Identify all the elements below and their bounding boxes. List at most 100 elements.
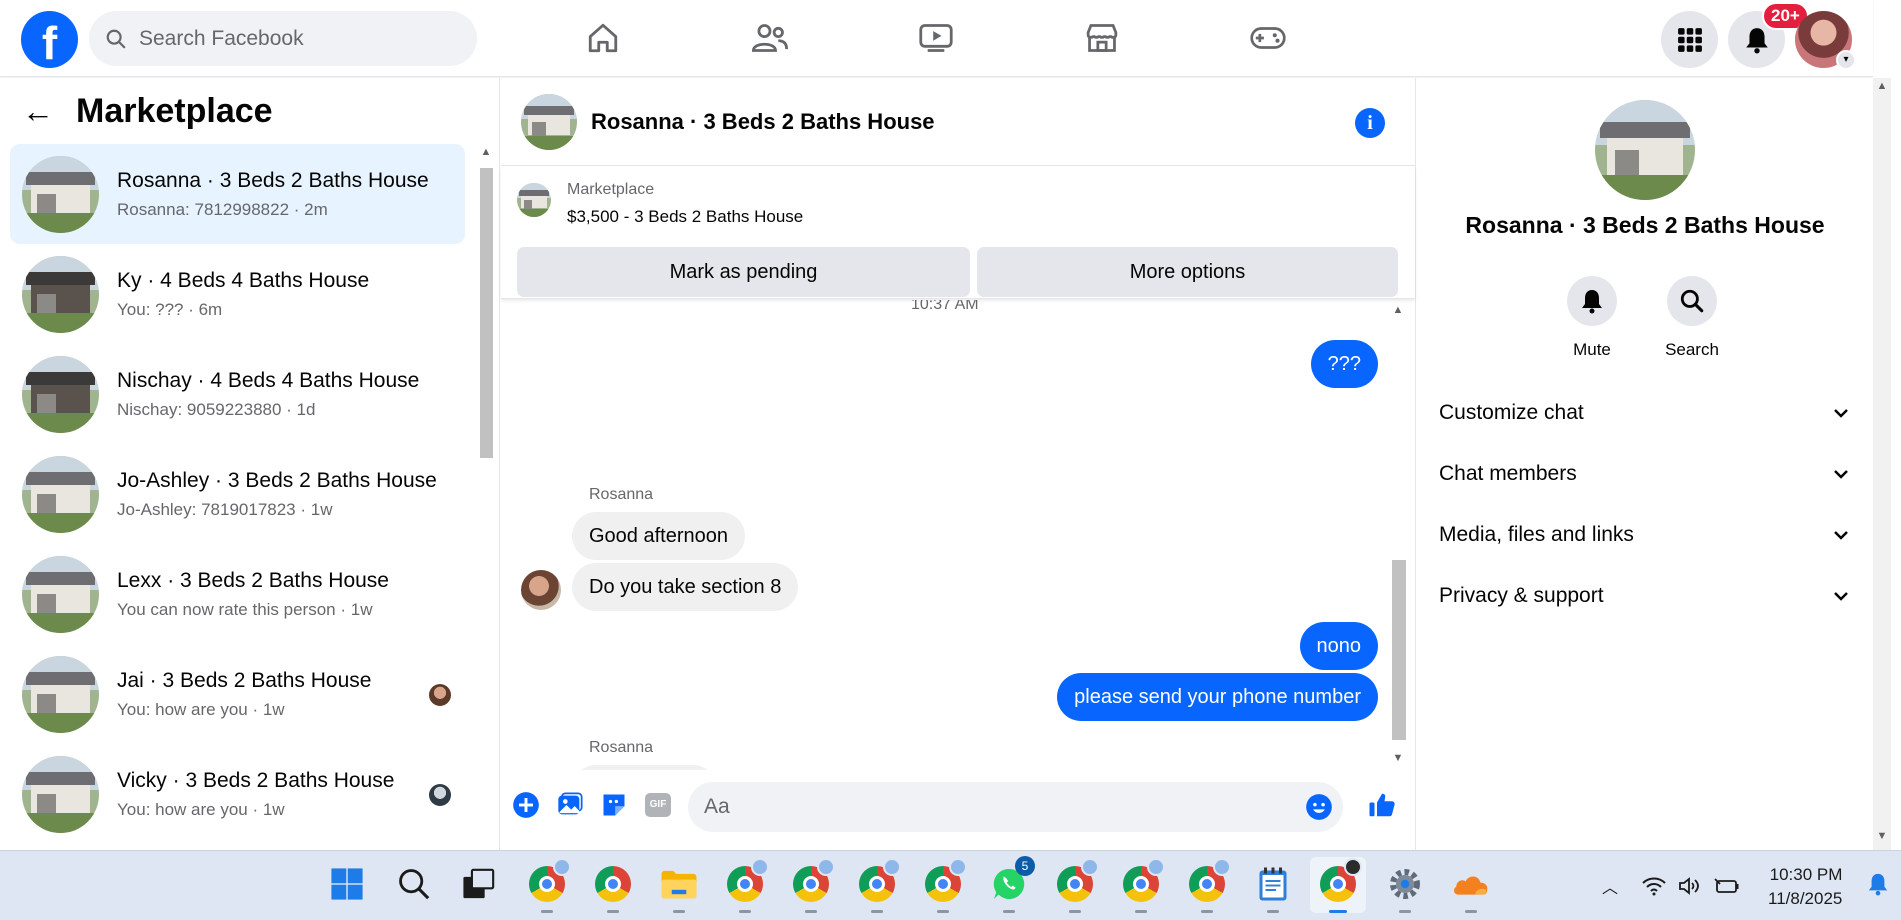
whatsapp-button[interactable]: 5 [989,856,1035,913]
conversation-item[interactable]: Lexx · 3 Beds 2 Baths House You can now r… [10,544,465,644]
sender-avatar[interactable] [521,570,561,610]
conversation-item[interactable]: Rosanna · 3 Beds 2 Baths House Rosanna: 7… [10,144,465,244]
conversation-preview: Jo-Ashley: 7819017823 · 1w [117,499,333,519]
listing-thumbnail [22,255,99,333]
gear-icon [1390,869,1420,899]
taskbar-chrome-profile[interactable] [1055,858,1099,913]
account-avatar[interactable]: ▾ [1795,11,1856,70]
customize-chat-section[interactable]: Customize chat [1439,393,1849,433]
chat-scrollbar[interactable]: ▲ ▼ [1390,300,1406,770]
info-icon[interactable]: i [1355,108,1385,138]
listing-photo[interactable] [1595,100,1695,200]
task-view-button[interactable] [459,864,499,904]
conversation-title: Ky · 4 Beds 4 Baths House [117,268,370,292]
attach-photo-button[interactable] [555,790,585,820]
notepad-button[interactable] [1253,864,1293,913]
search-icon [1680,289,1704,313]
volume-icon[interactable] [1678,876,1702,896]
scrollbar-thumb[interactable] [480,168,493,458]
clock-date: 11/8/2025 [1768,889,1843,908]
video-nav-button[interactable] [906,14,966,62]
conversation-item[interactable]: Jai · 3 Beds 2 Baths House You: how are y… [10,644,465,744]
scroll-up-icon[interactable]: ▲ [1390,304,1406,316]
conversation-item[interactable]: Vicky · 3 Beds 2 Baths House You: how are… [10,744,465,844]
taskbar-chrome[interactable] [593,864,633,913]
emoji-icon[interactable] [1305,793,1333,821]
profile-icon [1344,858,1362,876]
friends-nav-button[interactable] [740,14,800,62]
start-button[interactable] [327,864,367,904]
settings-button[interactable] [1385,864,1425,913]
taskbar-chrome-profile[interactable] [527,858,571,913]
conversation-item[interactable]: Nischay · 4 Beds 4 Baths House Nischay: 9… [10,344,465,444]
chat-title[interactable]: Rosanna · 3 Beds 2 Baths House [591,109,935,135]
cloudflare-warp-button[interactable] [1451,864,1491,913]
search-in-conversation-action[interactable]: Search [1652,276,1732,360]
mark-as-pending-button[interactable]: Mark as pending [517,247,970,297]
chat-listing-thumbnail[interactable] [521,93,577,150]
clock-time: 10:30 PM [1769,865,1843,884]
conversation-title: Jai · 3 Beds 2 Baths House [117,668,372,692]
gif-button[interactable]: GIF [643,790,673,820]
add-attachment-button[interactable] [511,790,541,820]
scroll-up-icon[interactable]: ▲ [478,146,494,158]
taskbar-chrome-profile[interactable] [1187,858,1231,913]
outgoing-message[interactable]: nono [1299,622,1378,670]
scroll-down-icon[interactable]: ▼ [1874,830,1890,842]
outgoing-message[interactable]: ??? [1310,340,1378,388]
chevron-up-icon[interactable]: ︿ [1602,874,1618,898]
taskbar-chrome-profile[interactable] [857,858,901,913]
conversation-title: Rosanna · 3 Beds 2 Baths House [117,168,429,192]
taskbar-chrome-profile[interactable] [791,858,835,913]
taskbar-chrome-profile[interactable] [725,858,769,913]
scroll-up-icon[interactable]: ▲ [1874,80,1890,92]
battery-icon[interactable] [1714,876,1740,896]
scroll-down-icon[interactable]: ▼ [1390,752,1406,764]
chat-members-section[interactable]: Chat members [1439,454,1849,494]
scrollbar-thumb[interactable] [1392,560,1406,740]
conversation-item[interactable]: Ky · 4 Beds 4 Baths House You: ??? · 6m [10,244,465,344]
search-input[interactable] [139,26,439,51]
message-input[interactable] [704,795,1264,819]
taskbar-chrome-profile[interactable] [923,858,967,913]
sidebar-scrollbar[interactable]: ▲ ▼ [478,146,494,916]
taskbar-clock[interactable]: 10:30 PM 11/8/2025 [1768,863,1842,911]
message-input-box[interactable] [688,782,1343,832]
cloud-icon [1454,876,1488,895]
incoming-message[interactable]: Do you take section 8 [572,563,799,611]
taskbar-chrome-profile[interactable] [1121,858,1165,913]
taskbar-chrome-active[interactable] [1318,858,1362,913]
listing-price-title[interactable]: $3,500 - 3 Beds 2 Baths House [567,207,803,227]
sidebar-header: ← Marketplace [22,92,273,131]
outgoing-message[interactable]: please send your phone number [1057,673,1378,721]
incoming-message[interactable]: Good afternoon [572,512,745,560]
listing-thumbnail[interactable] [517,183,551,217]
gaming-nav-button[interactable] [1238,14,1298,62]
section-label: Chat members [1439,462,1577,485]
marketplace-nav-button[interactable] [1072,14,1132,62]
listing-thumbnail [22,655,99,733]
page-scrollbar[interactable]: ▲ ▼ [1873,78,1891,850]
chevron-down-icon [1834,531,1848,540]
search-facebook-box[interactable] [89,11,477,66]
conversation-item[interactable]: Jo-Ashley · 3 Beds 2 Baths House Jo-Ashle… [10,444,465,544]
home-nav-button[interactable] [573,14,633,62]
privacy-support-section[interactable]: Privacy & support [1439,576,1849,616]
facebook-logo[interactable]: f [21,11,78,68]
mute-action[interactable]: Mute [1552,276,1632,360]
wifi-icon[interactable] [1642,876,1666,896]
sidebar-title: Marketplace [76,92,273,130]
sticker-button[interactable] [599,790,629,820]
media-files-links-section[interactable]: Media, files and links [1439,515,1849,555]
profile-icon [553,858,571,876]
menu-button[interactable] [1661,11,1718,68]
back-arrow-icon[interactable]: ← [22,93,54,130]
plus-circle-icon [513,792,539,818]
chat-header: Rosanna · 3 Beds 2 Baths House i [501,78,1415,166]
thumbs-up-icon [1369,793,1395,817]
file-explorer-button[interactable] [659,864,699,913]
taskbar-search-button[interactable] [394,864,434,904]
send-like-button[interactable] [1367,790,1397,820]
notification-center-button[interactable] [1858,864,1898,904]
more-options-button[interactable]: More options [977,247,1398,297]
